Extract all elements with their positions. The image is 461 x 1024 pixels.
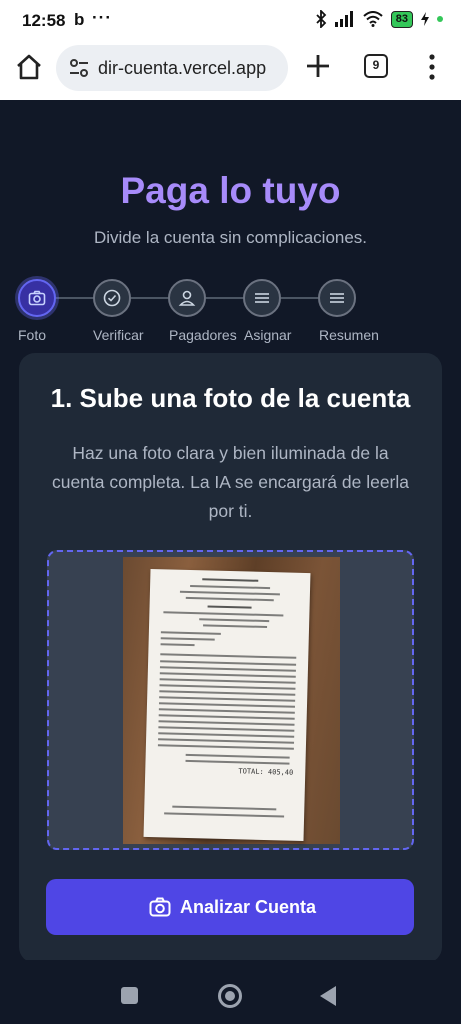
system-nav-bar <box>0 960 461 1024</box>
step-asignar[interactable] <box>243 279 281 317</box>
receipt-photo: TOTAL: 405,40 <box>123 557 340 844</box>
url-text[interactable]: dir-cuenta.vercel.app <box>98 58 266 79</box>
menu-icon[interactable] <box>424 52 440 82</box>
card-description: Haz una foto clara y bien iluminada de l… <box>51 443 410 521</box>
upload-card: 1. Sube una foto de la cuenta Haz una fo… <box>19 353 442 963</box>
step-verificar[interactable] <box>93 279 131 317</box>
step-label-pagadores: Pagadores <box>169 327 237 343</box>
charging-icon <box>421 12 429 26</box>
step-label-asignar: Asignar <box>244 327 292 343</box>
step-connector <box>206 297 244 299</box>
list-icon <box>255 293 269 303</box>
step-connector <box>131 297 169 299</box>
signal-icon <box>334 11 353 27</box>
wifi-icon <box>363 11 383 27</box>
battery-icon: 83 <box>390 10 413 28</box>
receipt-total: TOTAL: 405,40 <box>238 767 294 777</box>
site-settings-icon[interactable] <box>68 58 90 78</box>
bluetooth-icon <box>316 10 327 28</box>
recents-icon[interactable] <box>121 987 138 1004</box>
progress-stepper: Foto Verificar Pagadores Asignar Resumen <box>0 276 461 346</box>
status-bar: 12:58 b ··· 83 <box>0 0 461 40</box>
step-label-foto: Foto <box>18 327 47 343</box>
step-resumen[interactable] <box>318 279 356 317</box>
list-icon <box>330 293 344 303</box>
privacy-indicator-icon <box>437 16 443 22</box>
address-bar[interactable]: dir-cuenta.vercel.app <box>56 45 288 91</box>
back-icon[interactable] <box>320 986 336 1006</box>
camera-icon <box>28 290 46 306</box>
page-title: Paga lo tuyo <box>120 170 341 211</box>
card-title: 1. Sube una foto de la cuenta <box>50 383 411 413</box>
status-time: 12:58 <box>22 11 66 30</box>
step-label-resumen: Resumen <box>319 327 379 343</box>
analyze-button[interactable]: Analizar Cuenta <box>46 879 414 935</box>
receipt-image: TOTAL: 405,40 <box>143 568 311 842</box>
browser-toolbar: dir-cuenta.vercel.app 9 <box>0 40 461 100</box>
step-connector <box>56 297 94 299</box>
more-notifications-icon: ··· <box>92 8 112 27</box>
new-tab-icon[interactable] <box>304 52 332 80</box>
tabs-icon[interactable]: 9 <box>364 54 388 78</box>
analyze-button-label: Analizar Cuenta <box>180 897 317 917</box>
home-icon[interactable] <box>14 52 44 82</box>
step-foto[interactable] <box>18 279 56 317</box>
photo-dropzone[interactable]: TOTAL: 405,40 <box>47 550 414 850</box>
check-circle-icon <box>103 289 121 307</box>
step-pagadores[interactable] <box>168 279 206 317</box>
step-connector <box>281 297 319 299</box>
app-content: Paga lo tuyo Divide la cuenta sin compli… <box>0 100 461 963</box>
user-icon <box>178 290 196 306</box>
home-nav-icon[interactable] <box>218 984 242 1008</box>
camera-icon <box>149 897 171 917</box>
page-subtitle: Divide la cuenta sin complicaciones. <box>93 228 368 247</box>
step-label-verificar: Verificar <box>93 327 144 343</box>
notification-icon: b <box>74 10 85 29</box>
